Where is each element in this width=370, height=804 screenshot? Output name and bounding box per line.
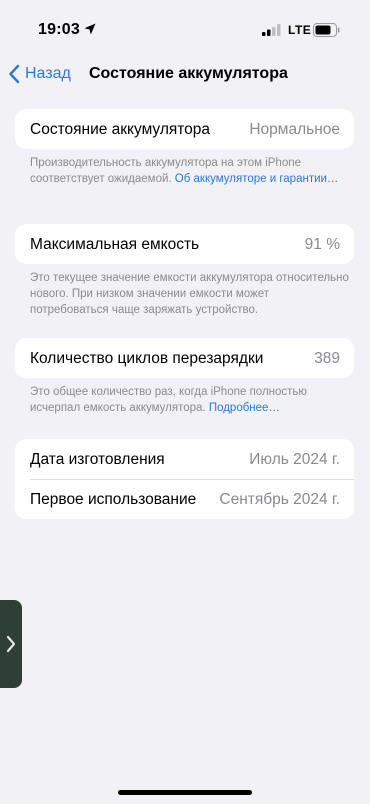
manufacture-date-row: Дата изготовления Июль 2024 г. [15,439,354,479]
battery-icon [313,23,340,37]
cycle-count-row: Количество циклов перезарядки 389 [15,338,354,378]
dates-card: Дата изготовления Июль 2024 г. Первое ис… [15,439,354,519]
cycle-count-value: 389 [314,350,340,367]
max-capacity-card: Максимальная емкость 91 % [15,224,354,264]
more-info-link[interactable]: Подробнее… [209,402,280,414]
chevron-right-icon [6,635,16,653]
chevron-left-icon [9,64,20,84]
back-button-label: Назад [25,65,71,82]
max-capacity-row: Максимальная емкость 91 % [15,224,354,264]
manufacture-date-label: Дата изготовления [30,451,165,468]
battery-health-value: Нормальное [249,121,340,138]
first-use-label: Первое использование [30,491,197,508]
status-bar: 19:03 LTE [0,0,370,60]
max-capacity-label: Максимальная емкость [30,236,200,253]
home-indicator[interactable] [118,790,252,795]
cycle-count-card: Количество циклов перезарядки 389 [15,338,354,378]
side-panel-handle[interactable] [0,600,22,688]
page-title: Состояние аккумулятора [89,65,288,82]
status-time: 19:03 [38,21,80,38]
cellular-signal-icon [262,24,281,36]
battery-health-label: Состояние аккумулятора [30,121,211,138]
cycle-count-label: Количество циклов перезарядки [30,350,264,367]
location-arrow-icon [84,23,96,35]
battery-health-card: Состояние аккумулятора Нормальное [15,109,354,149]
max-capacity-note: Это текущее значение емкости аккумулятор… [30,272,349,316]
manufacture-date-value: Июль 2024 г. [249,451,340,468]
battery-health-note: Производительность аккумулятора на этом … [30,155,350,187]
cycle-count-note: Это общее количество раз, когда iPhone п… [30,384,350,416]
navigation-bar: Назад Состояние аккумулятора [0,56,370,90]
battery-warranty-link[interactable]: Об аккумуляторе и гарантии… [175,173,339,185]
network-type: LTE [288,23,312,37]
battery-health-row: Состояние аккумулятора Нормальное [15,109,354,149]
max-capacity-value: 91 % [304,236,340,253]
first-use-value: Сентябрь 2024 г. [219,491,340,508]
first-use-row: Первое использование Сентябрь 2024 г. [15,479,354,519]
back-button[interactable]: Назад [8,63,71,85]
